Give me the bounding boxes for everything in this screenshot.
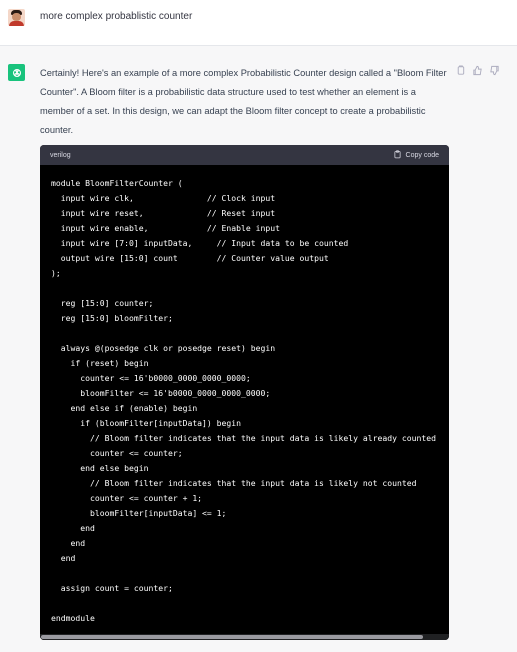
copy-code-button[interactable]: Copy code xyxy=(393,149,439,161)
horizontal-scrollbar[interactable] xyxy=(40,634,449,640)
thumbs-up-icon[interactable] xyxy=(472,65,483,76)
clipboard-icon xyxy=(393,149,402,161)
user-message-row: more complex probablistic counter xyxy=(0,0,517,46)
code-block: verilog Copy code module BloomFilterCoun… xyxy=(40,145,449,640)
code-language-label: verilog xyxy=(50,151,71,159)
thumbs-down-icon[interactable] xyxy=(489,65,500,76)
user-message-text: more complex probablistic counter xyxy=(40,11,193,22)
copy-icon[interactable] xyxy=(455,65,466,76)
copy-code-label: Copy code xyxy=(405,151,439,159)
assistant-answer-text: Certainly! Here's an example of a more c… xyxy=(40,68,447,135)
scrollbar-thumb[interactable] xyxy=(41,635,423,639)
assistant-message-row: Certainly! Here's an example of a more c… xyxy=(0,46,517,652)
chatgpt-logo-icon xyxy=(8,64,25,81)
user-avatar xyxy=(8,9,25,26)
code-block-header: verilog Copy code xyxy=(40,145,449,165)
code-content: module BloomFilterCounter ( input wire c… xyxy=(51,178,436,623)
message-actions xyxy=(455,65,500,76)
